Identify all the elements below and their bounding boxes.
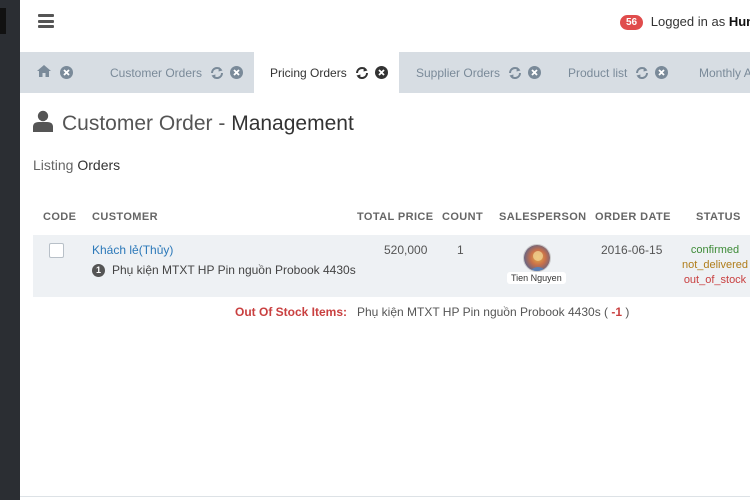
- out-of-stock-label: Out Of Stock Items:: [235, 305, 348, 319]
- salesperson-name: Tien Nguyen: [507, 272, 566, 284]
- page-title-strong: Management: [231, 111, 354, 135]
- total-price-cell: 520,000: [384, 243, 428, 257]
- count-cell: 1: [457, 243, 464, 257]
- page-title-prefix: Customer Order -: [62, 111, 232, 135]
- listing-prefix: Listing: [33, 157, 74, 173]
- order-item: 1 Phụ kiện MTXT HP Pin nguồn Probook 443…: [92, 263, 356, 277]
- tab-label: Pricing Orders: [270, 65, 347, 80]
- tab-label: Customer Orders: [110, 65, 203, 80]
- salesperson-avatar[interactable]: [523, 244, 551, 272]
- refresh-icon[interactable]: [508, 66, 522, 80]
- tab-supplier-orders[interactable]: Supplier Orders: [416, 52, 556, 93]
- home-icon[interactable]: [36, 64, 52, 81]
- sidebar-notch: [0, 8, 6, 34]
- close-tab-icon[interactable]: [60, 66, 73, 79]
- column-header-code[interactable]: CODE: [43, 211, 76, 223]
- close-tab-icon[interactable]: [374, 66, 388, 79]
- refresh-icon[interactable]: [355, 66, 369, 80]
- close-tab-icon[interactable]: [230, 66, 244, 79]
- tab-bar: Customer Orders Pricing Orders Supplier …: [20, 52, 750, 93]
- tab-label: Product list: [568, 65, 628, 80]
- tab-label: Monthly A: [699, 65, 750, 80]
- column-header-order-date[interactable]: ORDER DATE: [595, 211, 671, 223]
- column-header-status[interactable]: STATUS: [696, 211, 741, 223]
- tab-label: Supplier Orders: [416, 65, 501, 80]
- item-name: Phụ kiện MTXT HP Pin nguồn Probook 4430s: [112, 263, 356, 277]
- out-of-stock-value: Phụ kiện MTXT HP Pin nguồn Probook 4430s…: [357, 305, 629, 319]
- user-name[interactable]: Hung: [729, 14, 750, 29]
- close-tab-icon[interactable]: [528, 66, 542, 79]
- column-header-count[interactable]: COUNT: [442, 211, 483, 223]
- status-confirmed: confirmed: [690, 244, 740, 256]
- left-sidebar-strip: [0, 0, 20, 500]
- logged-in-label: Logged in as: [650, 14, 726, 29]
- tab-customer-orders[interactable]: Customer Orders: [110, 52, 253, 93]
- tab-home[interactable]: [20, 52, 85, 93]
- order-date-cell: 2016-06-15: [601, 243, 663, 257]
- bottom-divider: [20, 496, 750, 497]
- notification-badge[interactable]: 56: [620, 15, 644, 30]
- listing-strong: Orders: [77, 157, 121, 173]
- column-header-salesperson[interactable]: SALESPERSON: [499, 211, 587, 223]
- column-header-total-price[interactable]: TOTAL PRICE: [357, 211, 434, 223]
- out-of-stock-item: Phụ kiện MTXT HP Pin nguồn Probook 4430s…: [357, 305, 609, 319]
- top-navbar: 56 Logged in as Hung: [20, 0, 750, 46]
- close-tab-icon[interactable]: [655, 66, 669, 79]
- out-of-stock-close: ): [625, 305, 630, 319]
- user-icon: [33, 110, 53, 137]
- tab-monthly[interactable]: Monthly A: [699, 52, 750, 93]
- row-select-checkbox[interactable]: [49, 243, 64, 258]
- status-out-of-stock: out_of_stock: [683, 274, 747, 286]
- refresh-icon[interactable]: [635, 66, 649, 80]
- refresh-icon[interactable]: [210, 66, 224, 80]
- column-header-customer[interactable]: CUSTOMER: [92, 211, 158, 223]
- page-header: Customer Order - Management: [33, 110, 354, 137]
- listing-heading: Listing Orders: [33, 157, 120, 173]
- page-title: Customer Order - Management: [62, 112, 354, 136]
- tab-pricing-orders[interactable]: Pricing Orders: [254, 52, 399, 93]
- out-of-stock-qty: -1: [611, 305, 623, 319]
- item-number-badge: 1: [92, 263, 105, 277]
- customer-link[interactable]: Khách lẻ(Thủy): [92, 243, 173, 257]
- tab-product-list[interactable]: Product list: [568, 52, 688, 93]
- user-menu[interactable]: 56 Logged in as Hung: [620, 14, 750, 30]
- menu-toggle-icon[interactable]: [38, 14, 54, 28]
- status-not-delivered: not_delivered: [681, 259, 749, 271]
